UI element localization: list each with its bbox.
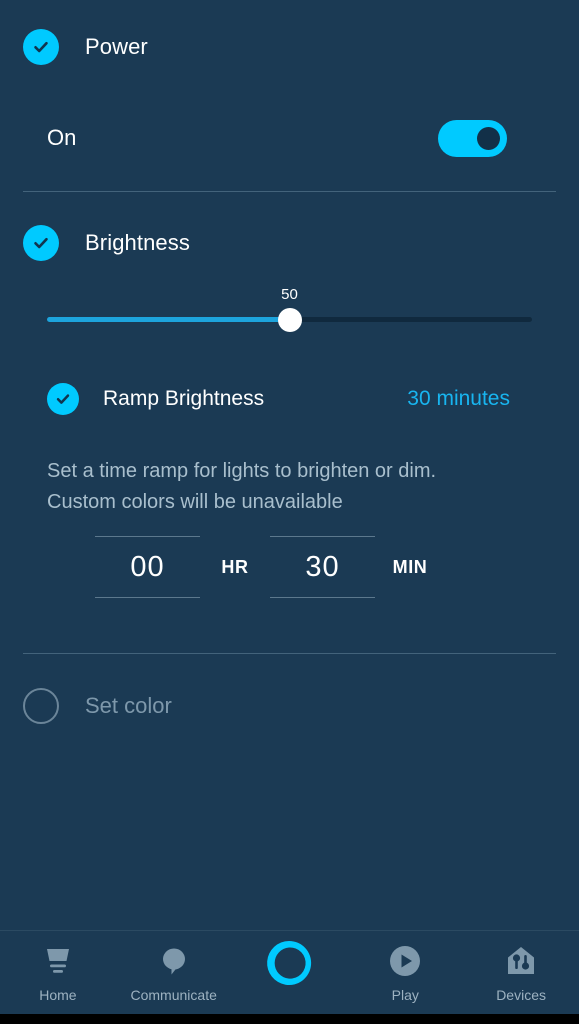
- power-toggle[interactable]: [438, 119, 507, 157]
- nav-item-devices[interactable]: Devices: [463, 931, 579, 1015]
- nav-label-play: Play: [391, 987, 419, 1003]
- speech-bubble-icon: [158, 943, 190, 979]
- hours-field[interactable]: 00: [95, 536, 200, 598]
- toggle-knob: [477, 126, 500, 150]
- nav-label-communicate: Communicate: [130, 987, 217, 1003]
- nav-label-devices: Devices: [496, 987, 546, 1003]
- nav-label-home: Home: [39, 987, 77, 1003]
- devices-house-icon: [505, 943, 537, 979]
- ramp-time-inputs: 00 HR 30 MIN: [95, 536, 445, 598]
- ramp-description-text: Set a time ramp for lights to brighten o…: [47, 460, 437, 513]
- brightness-slider[interactable]: 50: [47, 286, 532, 332]
- system-navigation-bar: [0, 1014, 579, 1024]
- slider-fill: [47, 317, 290, 322]
- ramp-brightness-header[interactable]: Ramp Brightness 30 minutes: [47, 383, 532, 415]
- power-toggle-row: On: [0, 108, 579, 168]
- power-section-header[interactable]: Power: [23, 29, 148, 65]
- bottom-navigation-bar: Home Communicate Play Devices: [0, 930, 579, 1014]
- divider-power-brightness: [23, 191, 556, 192]
- set-color-label: Set color: [85, 693, 172, 718]
- home-icon: [41, 943, 75, 979]
- brightness-title: Brightness: [85, 230, 190, 255]
- ramp-brightness-title: Ramp Brightness: [103, 387, 265, 410]
- minutes-field[interactable]: 30: [270, 536, 375, 598]
- nav-item-alexa[interactable]: [232, 931, 348, 1015]
- alexa-ring-icon[interactable]: [263, 940, 315, 985]
- ramp-duration-value[interactable]: 30 minutes: [407, 387, 532, 411]
- slider-value-label: 50: [281, 286, 298, 303]
- divider-ramp-setcolor: [23, 653, 556, 654]
- check-circle-icon[interactable]: [23, 29, 59, 65]
- nav-item-home[interactable]: Home: [0, 931, 116, 1015]
- power-state-label: On: [47, 125, 77, 150]
- brightness-section-header[interactable]: Brightness: [23, 225, 190, 261]
- power-title: Power: [85, 34, 148, 59]
- nav-item-play[interactable]: Play: [347, 931, 463, 1015]
- set-color-row[interactable]: Set color: [23, 688, 172, 724]
- slider-thumb[interactable]: [277, 308, 302, 332]
- play-circle-icon: [389, 943, 421, 979]
- check-circle-icon[interactable]: [23, 225, 59, 261]
- device-settings-screen: Power On Brightness 50 Ramp Brightness 3…: [0, 0, 579, 1024]
- minutes-unit-label: MIN: [392, 556, 428, 577]
- check-circle-icon[interactable]: [47, 383, 79, 415]
- hours-unit-label: HR: [221, 556, 249, 577]
- empty-circle-icon[interactable]: [23, 688, 59, 724]
- nav-item-communicate[interactable]: Communicate: [116, 931, 232, 1015]
